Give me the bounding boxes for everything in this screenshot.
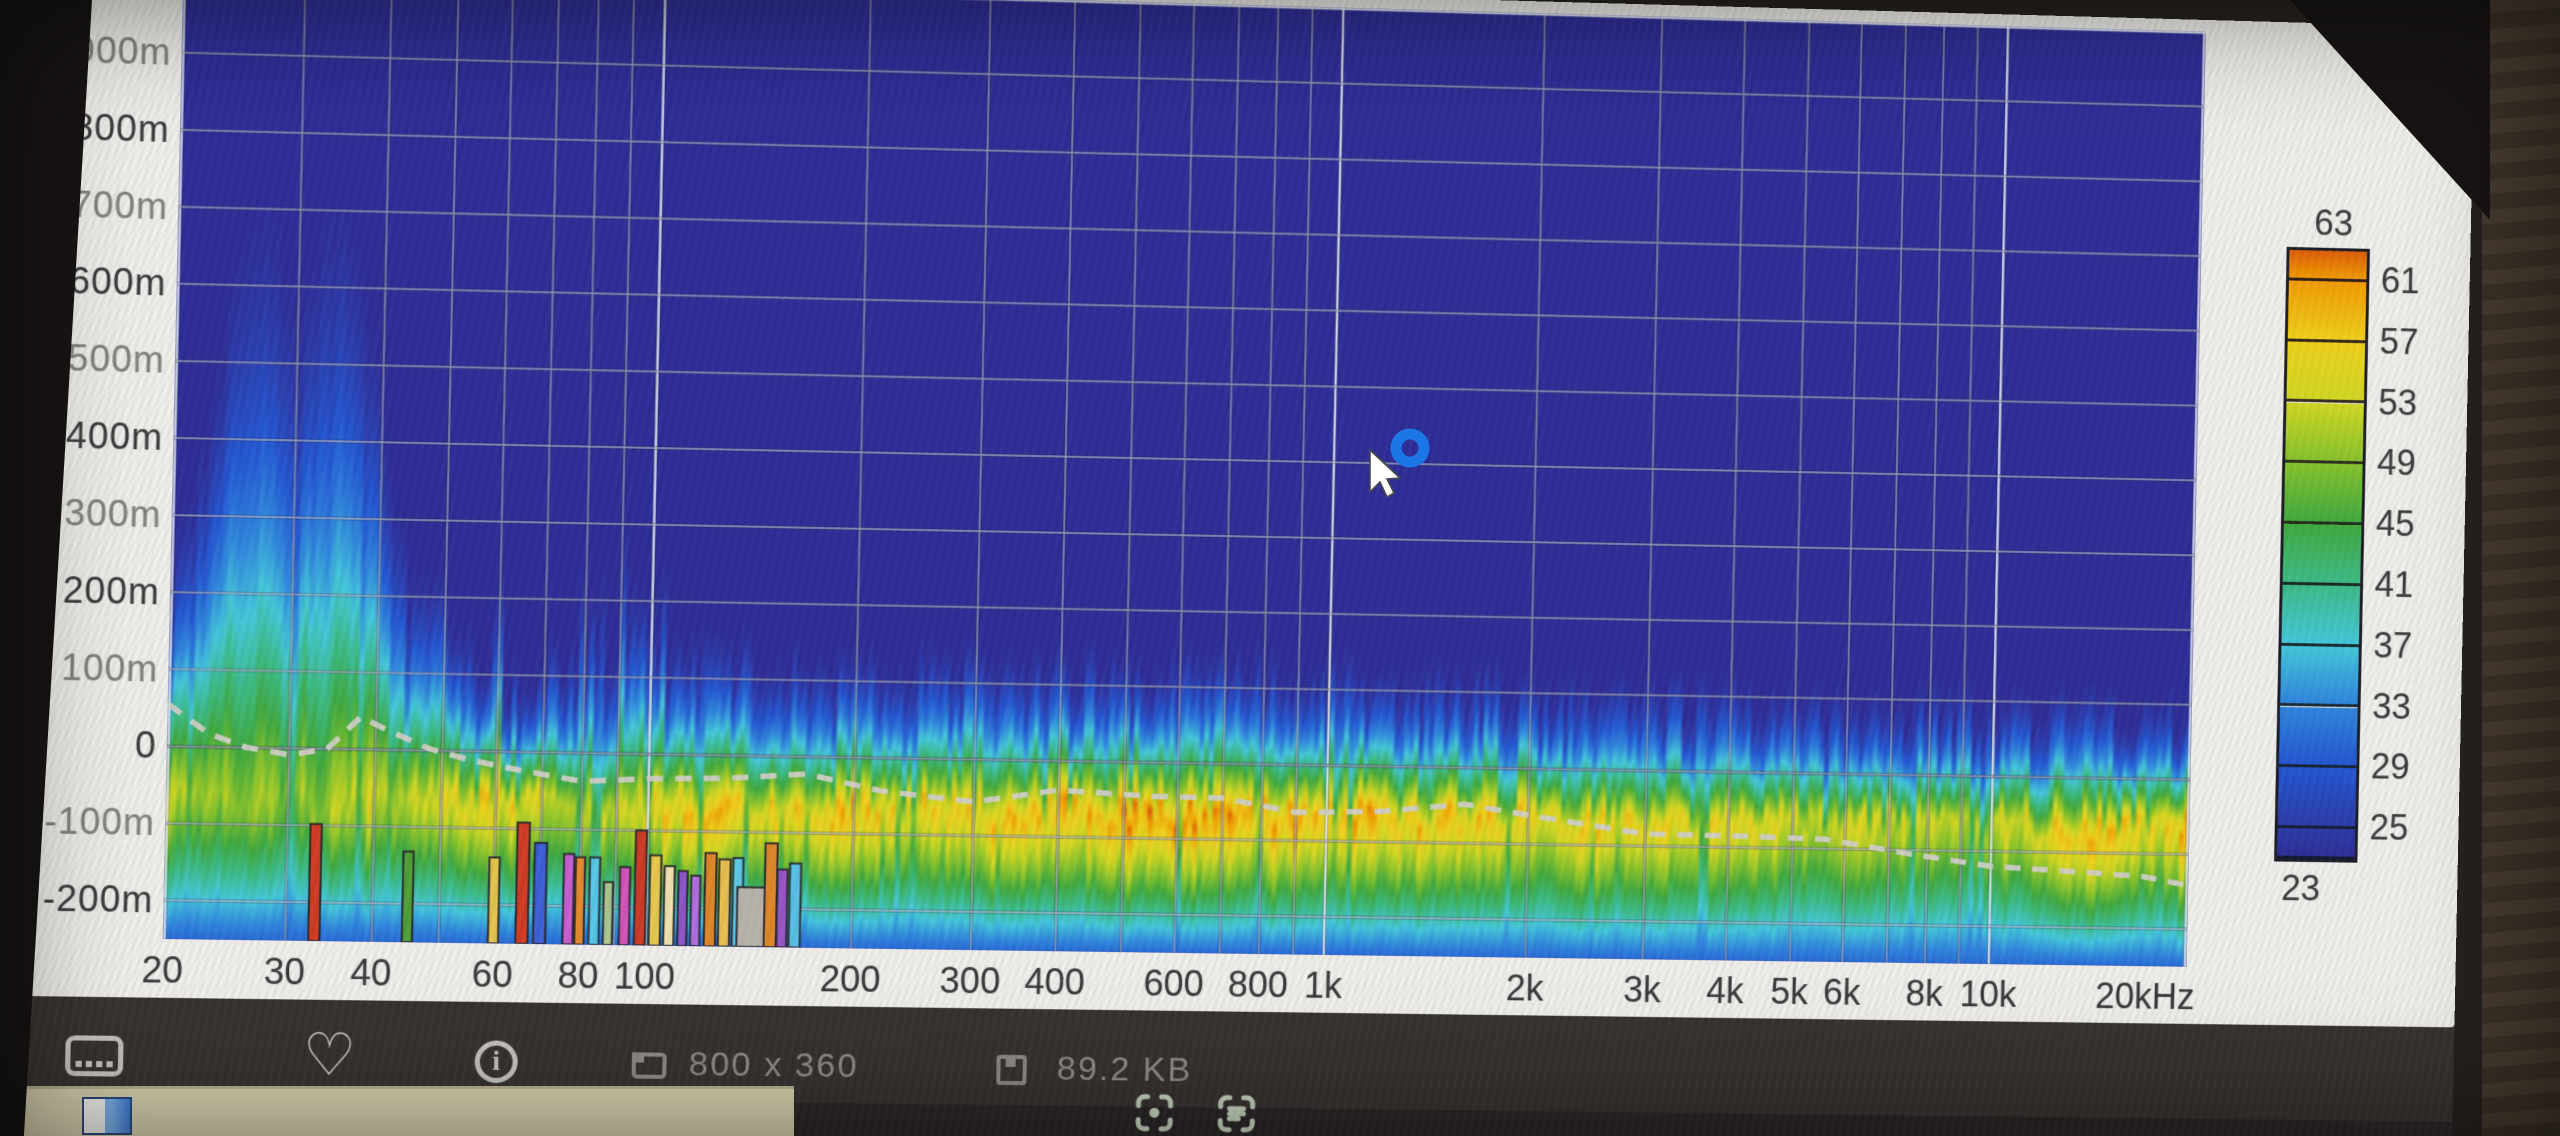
color-scale-segment [2277,828,2355,860]
photo-scene: 900m800m700m600m500m400m300m200m100m0-10… [0,0,2560,1136]
color-scale-tick-label: 57 [2379,321,2419,363]
color-scale-tick-label: 41 [2374,564,2414,606]
y-tick-label: -100m [33,800,156,845]
color-scale-tick-label: 61 [2381,260,2421,302]
color-scale-tick-label: 49 [2377,442,2417,484]
spectrogram-app-canvas: 900m800m700m600m500m400m300m200m100m0-10… [25,0,2475,1027]
color-scale-bar [2274,247,2370,863]
color-scale-segment [2289,250,2367,282]
monitor-screen: 900m800m700m600m500m400m300m200m100m0-10… [21,0,2475,1136]
y-tick-label: -200m [31,877,154,921]
favorite-icon[interactable]: ♡ [302,1026,357,1085]
file-size: 89.2 KB [1056,1049,1192,1090]
x-tick-label: 1k [1243,964,1403,1008]
color-scale-tick-label: 63 [2314,202,2354,244]
color-scale-segment [2281,585,2360,647]
photo-background-right [2482,0,2560,1136]
color-scale-segment [2284,463,2363,525]
color-scale-tick-label: 45 [2375,503,2415,545]
color-scale-segment [2280,645,2359,707]
text-capture-icon[interactable] [1216,1093,1257,1133]
window-icon[interactable] [82,1097,132,1135]
lens-capture-icon[interactable] [1134,1093,1175,1134]
color-scale-segment [2279,706,2358,768]
x-tick-label: 10k [1909,973,2066,1017]
color-scale-segment [2286,341,2365,404]
thumbnails-icon[interactable] [65,1035,124,1076]
x-tick-label: 20kHz [2067,975,2224,1019]
y-tick-label: 0 [34,723,157,768]
file-size-icon [996,1055,1027,1085]
color-scale-segment [2283,524,2362,586]
color-scale-tick-label: 53 [2378,381,2418,423]
color-scale-tick-label: 37 [2373,625,2413,667]
color-scale-segment [2288,280,2367,343]
color-scale-segment [2285,402,2364,465]
image-dimensions: 800 x 360 [688,1045,859,1086]
spectrogram-heatmap [163,0,2206,967]
color-scale-tick-label: 25 [2369,807,2409,849]
color-scale-tick-label: 23 [2281,867,2321,909]
y-tick-label: 100m [36,645,159,690]
color-scale-tick-label: 33 [2372,685,2412,727]
color-scale-tick-label: 29 [2370,746,2410,788]
x-tick-label: 100 [563,954,727,999]
dimensions-icon [632,1052,667,1079]
spectrogram-plot[interactable] [163,0,2206,967]
desk-surface [16,1086,794,1136]
color-scale-segment [2278,767,2357,829]
